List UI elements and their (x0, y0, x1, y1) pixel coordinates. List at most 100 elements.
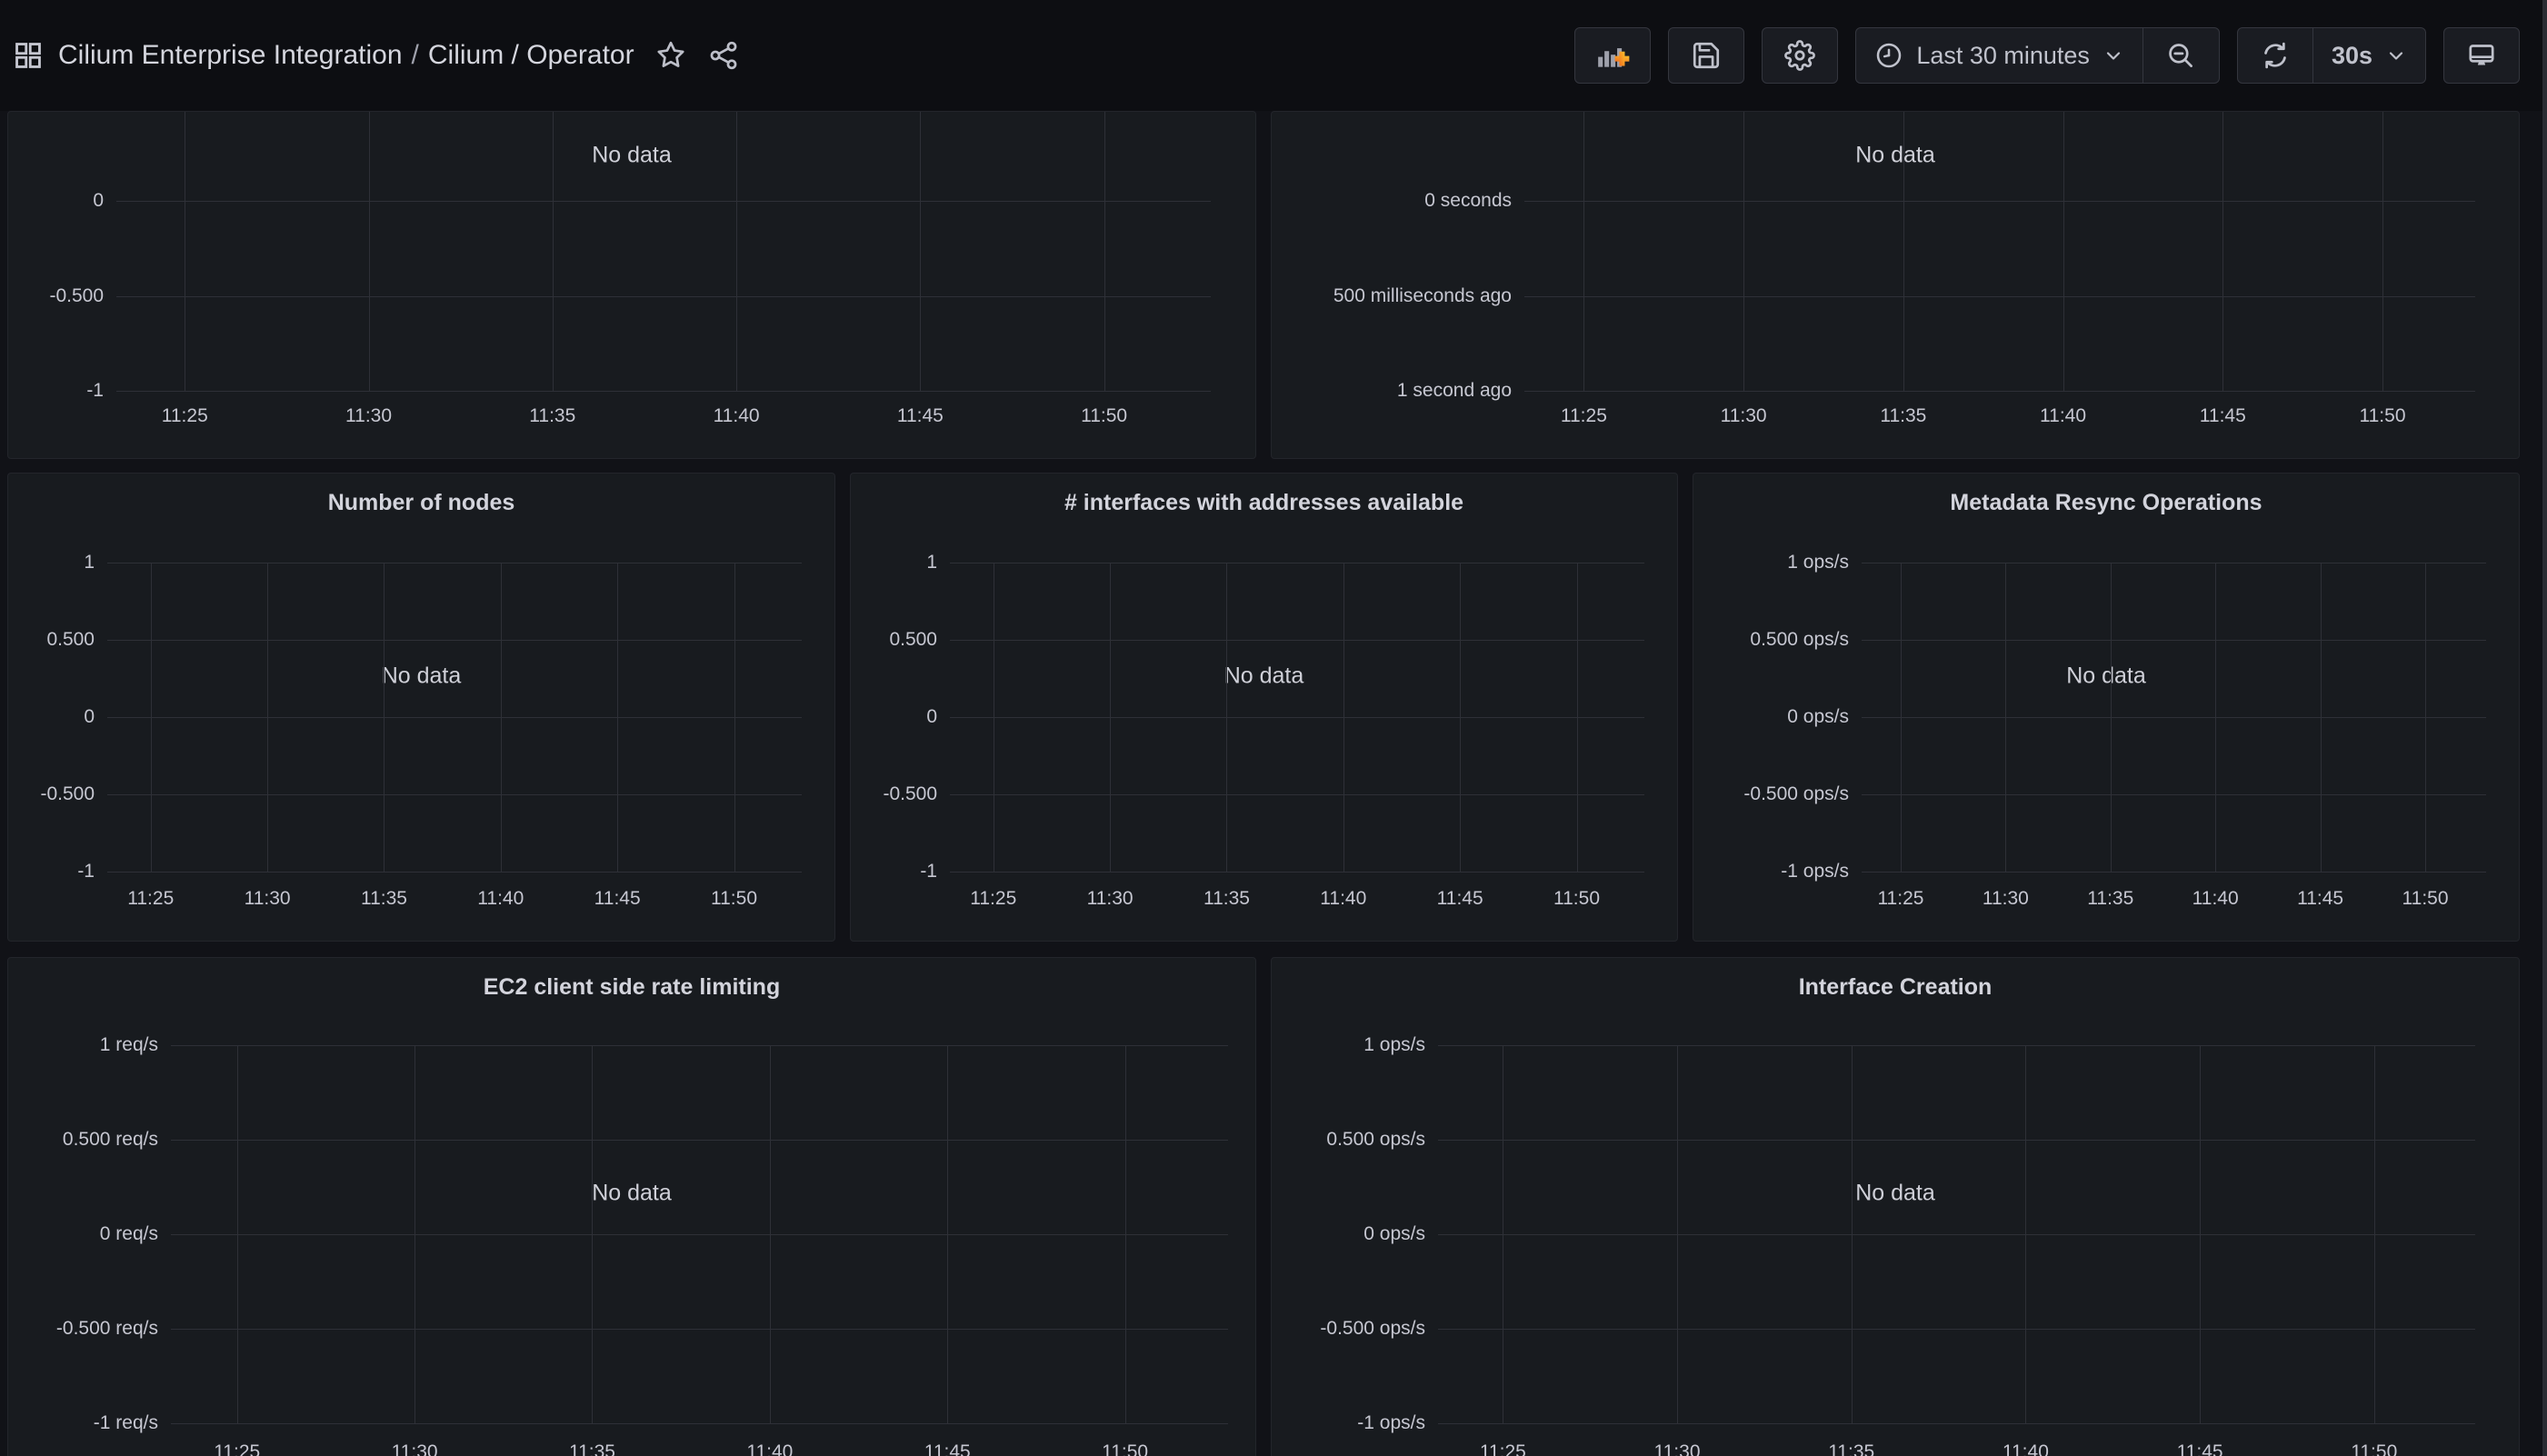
save-icon (1691, 40, 1722, 71)
y-axis-tick-label: 0 (851, 706, 937, 728)
x-axis-tick-label: 11:35 (1840, 405, 1967, 427)
grid-line (1438, 1423, 2475, 1424)
y-axis-tick-label: 0 ops/s (1693, 706, 1849, 728)
x-axis-tick-label: 11:50 (2362, 888, 2489, 910)
grid-line (107, 717, 802, 718)
y-axis-tick-label: 0.500 (851, 629, 937, 651)
x-axis-tick-label: 11:50 (671, 888, 798, 910)
x-axis-tick-label: 11:30 (1046, 888, 1174, 910)
x-axis-tick-label: 11:50 (1041, 405, 1168, 427)
grid-line (171, 1045, 1228, 1046)
x-axis-tick-label: 11:30 (204, 888, 331, 910)
x-axis-tick-label: 11:35 (1163, 888, 1290, 910)
grid-line (1460, 563, 1461, 872)
y-axis-tick-label: 0.500 (8, 629, 95, 651)
grid-line (592, 1045, 593, 1423)
grid-line (107, 794, 802, 795)
add-panel-icon (1595, 38, 1630, 73)
time-range-group: Last 30 minutes (1855, 27, 2220, 84)
grid-line (1226, 563, 1227, 872)
grid-line (2425, 563, 2426, 872)
y-axis-tick-label: -1 (851, 861, 937, 883)
grid-line (1104, 112, 1105, 391)
grid-line (734, 563, 735, 872)
grid-line (171, 1234, 1228, 1235)
no-data-label: No data (1693, 663, 2519, 690)
panel-title[interactable]: EC2 client side rate limiting (8, 958, 1255, 1016)
grid-line (1903, 112, 1904, 391)
x-axis-tick-label: 11:40 (1280, 888, 1407, 910)
y-axis-tick-label: -1 req/s (8, 1412, 158, 1434)
panel-title[interactable]: # interfaces with addresses available (851, 474, 1677, 532)
breadcrumb-dashboard[interactable]: Cilium / Operator (428, 40, 634, 71)
y-axis-tick-label: 1 ops/s (1693, 552, 1849, 573)
dashboards-grid-button[interactable] (13, 40, 44, 71)
x-axis-tick-label: 11:30 (351, 1441, 478, 1456)
grid-line (2025, 1045, 2026, 1423)
y-axis-tick-label: 500 milliseconds ago (1272, 285, 1512, 307)
grid-line (369, 112, 370, 391)
no-data-label: No data (851, 663, 1677, 690)
grid-line (1583, 112, 1584, 391)
x-axis-tick-label: 11:25 (121, 405, 248, 427)
star-dashboard-button[interactable] (654, 39, 687, 72)
grid-line (116, 296, 1211, 297)
panel-title[interactable]: Metadata Resync Operations (1693, 474, 2519, 532)
grid-line (950, 794, 1644, 795)
vertical-scrollbar[interactable] (2542, 0, 2547, 1456)
x-axis-tick-label: 11:50 (1062, 1441, 1189, 1456)
grid-line (1438, 1140, 2475, 1141)
y-axis-tick-label: 1 ops/s (1272, 1034, 1425, 1056)
y-axis-tick-label: 1 req/s (8, 1034, 158, 1056)
x-axis-tick-label: 11:50 (1513, 888, 1641, 910)
no-data-label: No data (8, 143, 1255, 169)
grid-line (171, 1329, 1228, 1330)
y-axis-tick-label: 0 req/s (8, 1223, 158, 1245)
panel-title[interactable]: Interface Creation (1272, 958, 2519, 1016)
grid-line (116, 391, 1211, 392)
grid-line (1852, 1045, 1853, 1423)
x-axis-tick-label: 11:25 (1520, 405, 1647, 427)
share-dashboard-button[interactable] (707, 39, 740, 72)
time-range-label: Last 30 minutes (1916, 42, 2090, 70)
grid-line (171, 1140, 1228, 1141)
breadcrumb-folder[interactable]: Cilium Enterprise Integration (58, 40, 403, 71)
time-range-picker-button[interactable]: Last 30 minutes (1855, 27, 2143, 84)
zoom-out-time-button[interactable] (2143, 27, 2220, 84)
save-dashboard-button[interactable] (1668, 27, 1744, 84)
panel-row1-right: No data 0 seconds500 milliseconds ago1 s… (1271, 111, 2520, 459)
dashboard-settings-button[interactable] (1762, 27, 1838, 84)
x-axis-tick-label: 11:25 (1439, 1441, 1566, 1456)
gear-icon (1784, 40, 1815, 71)
header-bar: Cilium Enterprise Integration / Cilium /… (0, 0, 2547, 111)
x-axis-tick-label: 11:30 (1680, 405, 1807, 427)
x-axis-tick-label: 11:40 (706, 1441, 834, 1456)
x-axis-tick-label: 11:35 (489, 405, 616, 427)
y-axis-tick-label: 0 (8, 190, 104, 212)
share-alt-icon (707, 39, 740, 72)
grid-line (1862, 717, 2486, 718)
add-panel-button[interactable] (1574, 27, 1651, 84)
panel-metadata-resync-operations: Metadata Resync Operations No data 1 ops… (1693, 473, 2520, 942)
panel-number-of-nodes: Number of nodes No data 10.5000-0.500-11… (7, 473, 835, 942)
grid-line (947, 1045, 948, 1423)
refresh-dashboard-button[interactable] (2237, 27, 2313, 84)
grid-line (2222, 112, 2223, 391)
y-axis-tick-label: -1 (8, 380, 104, 402)
y-axis-tick-label: -0.500 (8, 783, 95, 805)
tv-icon (2466, 40, 2497, 71)
y-axis-tick-label: -1 ops/s (1272, 1412, 1425, 1434)
refresh-interval-dropdown[interactable]: 30s (2313, 27, 2426, 84)
y-axis-tick-label: 0.500 ops/s (1272, 1129, 1425, 1151)
x-axis-tick-label: 11:25 (87, 888, 215, 910)
grid-line (1862, 872, 2486, 873)
grid-line (2374, 1045, 2375, 1423)
x-axis-tick-label: 11:45 (884, 1441, 1011, 1456)
breadcrumb: Cilium Enterprise Integration / Cilium /… (58, 40, 634, 71)
grid-line (1438, 1234, 2475, 1235)
panel-title[interactable]: Number of nodes (8, 474, 834, 532)
tv-mode-button[interactable] (2443, 27, 2520, 84)
grid-line (1577, 563, 1578, 872)
refresh-group: 30s (2237, 27, 2426, 84)
grid-line (950, 640, 1644, 641)
